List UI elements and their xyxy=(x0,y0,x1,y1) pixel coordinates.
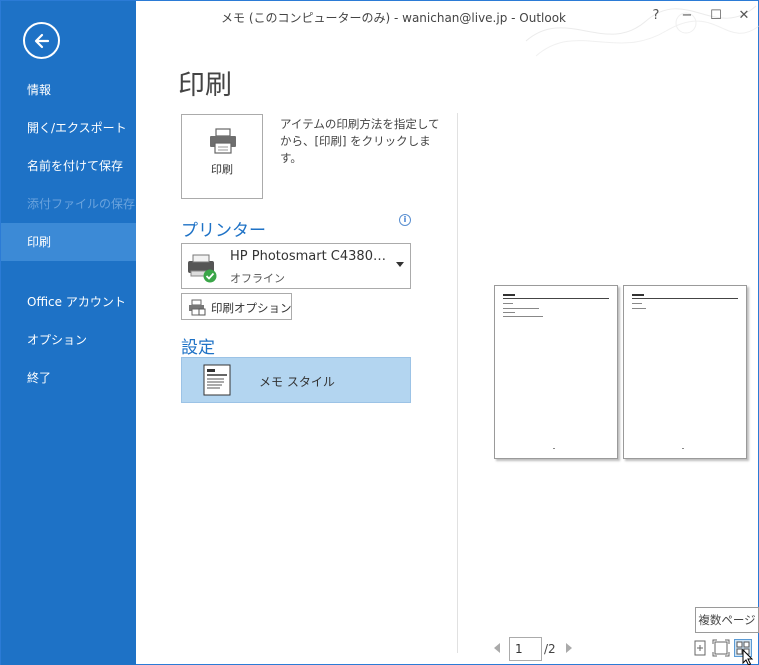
chevron-down-icon xyxy=(396,262,404,267)
sidebar-item-office-account[interactable]: Office アカウント xyxy=(1,283,136,321)
printer-heading: プリンター xyxy=(181,221,266,241)
sidebar-item-save-as[interactable]: 名前を付けて保存 xyxy=(1,147,136,185)
print-description: アイテムの印刷方法を指定してから、[印刷] をクリックします。 xyxy=(280,117,440,165)
printer-name: HP Photosmart C4380… xyxy=(230,249,386,264)
info-icon[interactable]: i xyxy=(399,214,411,226)
mouse-cursor-icon xyxy=(742,649,754,665)
print-options-button[interactable]: 印刷オプション xyxy=(181,293,292,320)
sidebar-item-info[interactable]: 情報 xyxy=(1,71,136,109)
outlook-window: 情報 開く/エクスポート 名前を付けて保存 添付ファイルの保存 印刷 Offic… xyxy=(0,0,759,665)
sidebar-item-exit[interactable]: 終了 xyxy=(1,359,136,397)
print-button-label: 印刷 xyxy=(211,163,233,176)
close-button[interactable]: ✕ xyxy=(734,6,754,26)
multi-page-tooltip: 複数ページ xyxy=(695,607,759,633)
printer-status: オフライン xyxy=(230,272,285,285)
minimize-button[interactable]: − xyxy=(677,6,697,26)
page-total: /2 xyxy=(544,642,556,656)
print-options-icon xyxy=(189,299,206,316)
back-button[interactable] xyxy=(23,22,60,59)
sidebar-item-open-export[interactable]: 開く/エクスポート xyxy=(1,109,136,147)
restore-button[interactable]: ☐ xyxy=(706,6,726,26)
printer-icon xyxy=(210,128,236,154)
printer-dropdown[interactable]: HP Photosmart C4380… オフライン xyxy=(181,243,411,289)
memo-style-icon xyxy=(203,364,231,396)
help-button[interactable]: ? xyxy=(646,6,666,26)
sidebar-item-print[interactable]: 印刷 xyxy=(1,223,136,261)
memo-style-option[interactable]: メモ スタイル xyxy=(181,357,411,403)
preview-page-1 xyxy=(494,285,618,459)
page-number-input[interactable] xyxy=(509,637,542,661)
back-arrow-icon xyxy=(34,33,49,48)
next-page-icon[interactable] xyxy=(566,643,572,653)
sidebar-item-save-attachments: 添付ファイルの保存 xyxy=(27,197,136,211)
fit-page-icon xyxy=(712,639,730,657)
printer-status-icon xyxy=(188,254,217,283)
preview-page-2 xyxy=(623,285,747,459)
preview-divider xyxy=(457,113,458,653)
actual-size-icon xyxy=(694,640,706,656)
actual-size-button[interactable] xyxy=(691,639,709,657)
print-button[interactable]: 印刷 xyxy=(181,114,263,199)
title-bar: メモ (このコンピューターのみ) - wanichan@live.jp - Ou… xyxy=(136,1,759,57)
page-title: 印刷 xyxy=(178,70,232,101)
previous-page-icon[interactable] xyxy=(494,643,500,653)
memo-style-label: メモ スタイル xyxy=(259,375,335,389)
fit-page-button[interactable] xyxy=(712,639,730,657)
backstage-sidebar: 情報 開く/エクスポート 名前を付けて保存 添付ファイルの保存 印刷 Offic… xyxy=(1,1,136,665)
sidebar-item-options[interactable]: オプション xyxy=(1,321,136,359)
settings-heading: 設定 xyxy=(181,338,215,358)
print-options-label: 印刷オプション xyxy=(211,301,292,315)
window-title: メモ (このコンピューターのみ) - wanichan@live.jp - Ou… xyxy=(221,11,567,25)
